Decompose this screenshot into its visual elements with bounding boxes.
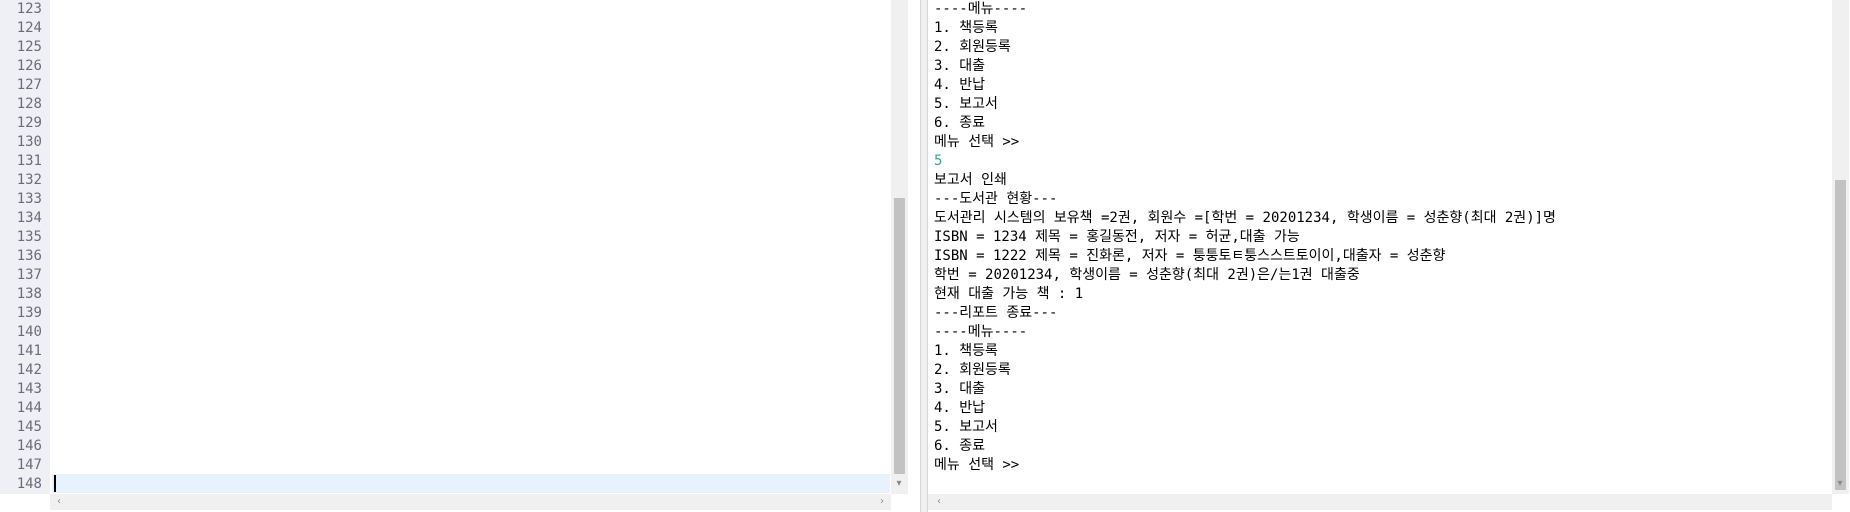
console-vertical-scrollbar[interactable]: ▾ <box>1832 0 1849 494</box>
chevron-left-icon[interactable]: ‹ <box>52 495 66 509</box>
chevron-right-icon[interactable]: › <box>875 495 889 509</box>
console-output-line: 메뉴 선택 >> <box>934 457 1020 473</box>
chevron-down-icon[interactable]: ▾ <box>1833 477 1847 491</box>
console-output-line: 5. 보고서 <box>934 419 998 435</box>
line-number: 131 <box>16 153 42 169</box>
console-output-line: 3. 대출 <box>934 381 986 397</box>
line-number: 123 <box>16 1 42 17</box>
console-horizontal-scrollbar[interactable]: ‹ <box>928 494 1832 510</box>
console-output-line: ----메뉴---- <box>934 324 1028 340</box>
line-number: 147 <box>16 457 42 473</box>
console-output-pane[interactable]: ▾ ‹ ----메뉴---- 1. 책등록 2. 회원등록 3. 대출 4. 반납 5. … <box>928 0 1850 512</box>
line-number: 127 <box>16 77 42 93</box>
console-output-line: ---리포트 종료--- <box>934 305 1058 321</box>
console-scrollbar-thumb[interactable] <box>1835 180 1846 490</box>
chevron-down-icon[interactable]: ▾ <box>892 477 906 491</box>
console-output-line: ISBN = 1222 제목 = 진화론, 저자 = 퉁퉁토ㅌ퉁스스트토이이,대… <box>934 248 1446 264</box>
line-number: 133 <box>16 191 42 207</box>
line-number: 144 <box>16 400 42 416</box>
line-number: 135 <box>16 229 42 245</box>
console-output-line: 메뉴 선택 >> <box>934 134 1020 150</box>
code-editor-pane[interactable]: 123 124 125 126 127 128 129 130 131 132 133 134 135 1… <box>0 0 922 512</box>
console-output-line: 4. 반납 <box>934 77 986 93</box>
line-number: 129 <box>16 115 42 131</box>
line-number: 148 <box>16 476 42 492</box>
console-output-line: 도서관리 시스템의 보유책 =2권, 회원수 =[학번 = 20201234, … <box>934 210 1556 226</box>
line-number: 132 <box>16 172 42 188</box>
line-number: 136 <box>16 248 42 264</box>
console-output-line: 3. 대출 <box>934 58 986 74</box>
chevron-left-icon[interactable]: ‹ <box>932 495 946 509</box>
line-number: 137 <box>16 267 42 283</box>
editor-horizontal-scrollbar[interactable]: ‹ › <box>50 494 891 510</box>
console-output-line: 2. 회원등록 <box>934 362 1011 378</box>
line-number: 141 <box>16 343 42 359</box>
line-number: 138 <box>16 286 42 302</box>
line-number: 146 <box>16 438 42 454</box>
editor-vertical-scrollbar[interactable]: ▾ <box>891 0 908 494</box>
line-number: 143 <box>16 381 42 397</box>
line-number: 134 <box>16 210 42 226</box>
line-number: 139 <box>16 305 42 321</box>
line-number: 128 <box>16 96 42 112</box>
console-output-line: 5. 보고서 <box>934 96 998 112</box>
line-number: 124 <box>16 20 42 36</box>
console-output-line: 학번 = 20201234, 학생이름 = 성춘향(최대 2권)은/는1권 대출… <box>934 267 1360 283</box>
line-number: 125 <box>16 39 42 55</box>
console-output-line: 현재 대출 가능 책 : 1 <box>934 286 1084 302</box>
console-output-line: 보고서 인쇄 <box>934 172 1007 188</box>
line-number: 142 <box>16 362 42 378</box>
current-line-highlight <box>52 474 890 493</box>
console-output-line: 4. 반납 <box>934 400 986 416</box>
line-number: 140 <box>16 324 42 340</box>
console-output-line: ---도서관 현황--- <box>934 191 1058 207</box>
line-number: 126 <box>16 58 42 74</box>
console-output-line: ----메뉴---- <box>934 1 1028 17</box>
editor-scrollbar-thumb[interactable] <box>894 198 905 474</box>
console-output-line: ISBN = 1234 제목 = 홍길동전, 저자 = 허균,대출 가능 <box>934 229 1300 245</box>
line-number-gutter: 123 124 125 126 127 128 129 130 131 132 133 134 135 1… <box>0 0 50 494</box>
console-output-line: 1. 책등록 <box>934 20 998 36</box>
pane-splitter[interactable] <box>920 0 928 512</box>
line-number: 145 <box>16 419 42 435</box>
text-caret <box>54 475 56 492</box>
console-output-line: 1. 책등록 <box>934 343 998 359</box>
console-output-line: 2. 회원등록 <box>934 39 1011 55</box>
console-output-line: 6. 종료 <box>934 115 986 131</box>
line-number: 130 <box>16 134 42 150</box>
console-output-line: 6. 종료 <box>934 438 986 454</box>
console-input-line: 5 <box>934 153 943 169</box>
